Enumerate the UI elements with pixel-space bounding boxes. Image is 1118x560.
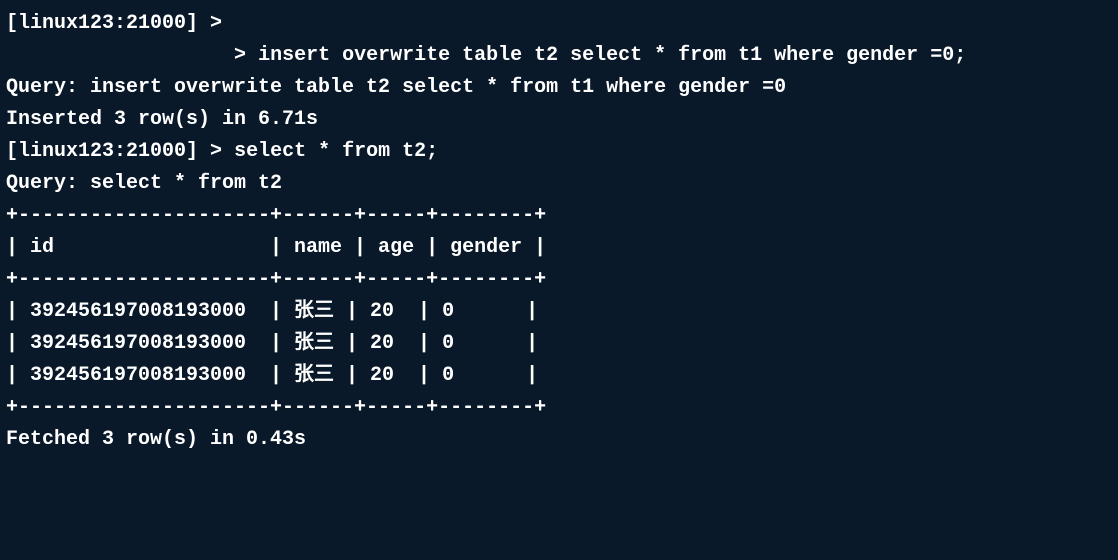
table-border: +---------------------+------+-----+----… [6, 200, 1112, 232]
terminal-output: [linux123:21000] > > insert overwrite ta… [6, 8, 1112, 456]
table-row: | 392456197008193000 | 张三 | 20 | 0 | [6, 328, 1112, 360]
query-echo: Query: insert overwrite table t2 select … [6, 72, 1112, 104]
continuation-line: > insert overwrite table t2 select * fro… [6, 40, 1112, 72]
command-input[interactable]: select * from t2; [234, 140, 438, 163]
table-row: | 392456197008193000 | 张三 | 20 | 0 | [6, 360, 1112, 392]
prompt[interactable]: [linux123:21000] > [6, 12, 222, 35]
table-border: +---------------------+------+-----+----… [6, 392, 1112, 424]
continuation-prompt: > [234, 44, 246, 67]
table-row: | 392456197008193000 | 张三 | 20 | 0 | [6, 296, 1112, 328]
prompt-line: [linux123:21000] > select * from t2; [6, 136, 1112, 168]
table-header: | id | name | age | gender | [6, 232, 1112, 264]
query-echo: Query: select * from t2 [6, 168, 1112, 200]
prompt-line-empty: [linux123:21000] > [6, 8, 1112, 40]
prompt[interactable]: [linux123:21000] > [6, 140, 222, 163]
command-input[interactable]: insert overwrite table t2 select * from … [258, 44, 966, 67]
insert-result: Inserted 3 row(s) in 6.71s [6, 104, 1112, 136]
fetch-result: Fetched 3 row(s) in 0.43s [6, 424, 1112, 456]
table-border: +---------------------+------+-----+----… [6, 264, 1112, 296]
